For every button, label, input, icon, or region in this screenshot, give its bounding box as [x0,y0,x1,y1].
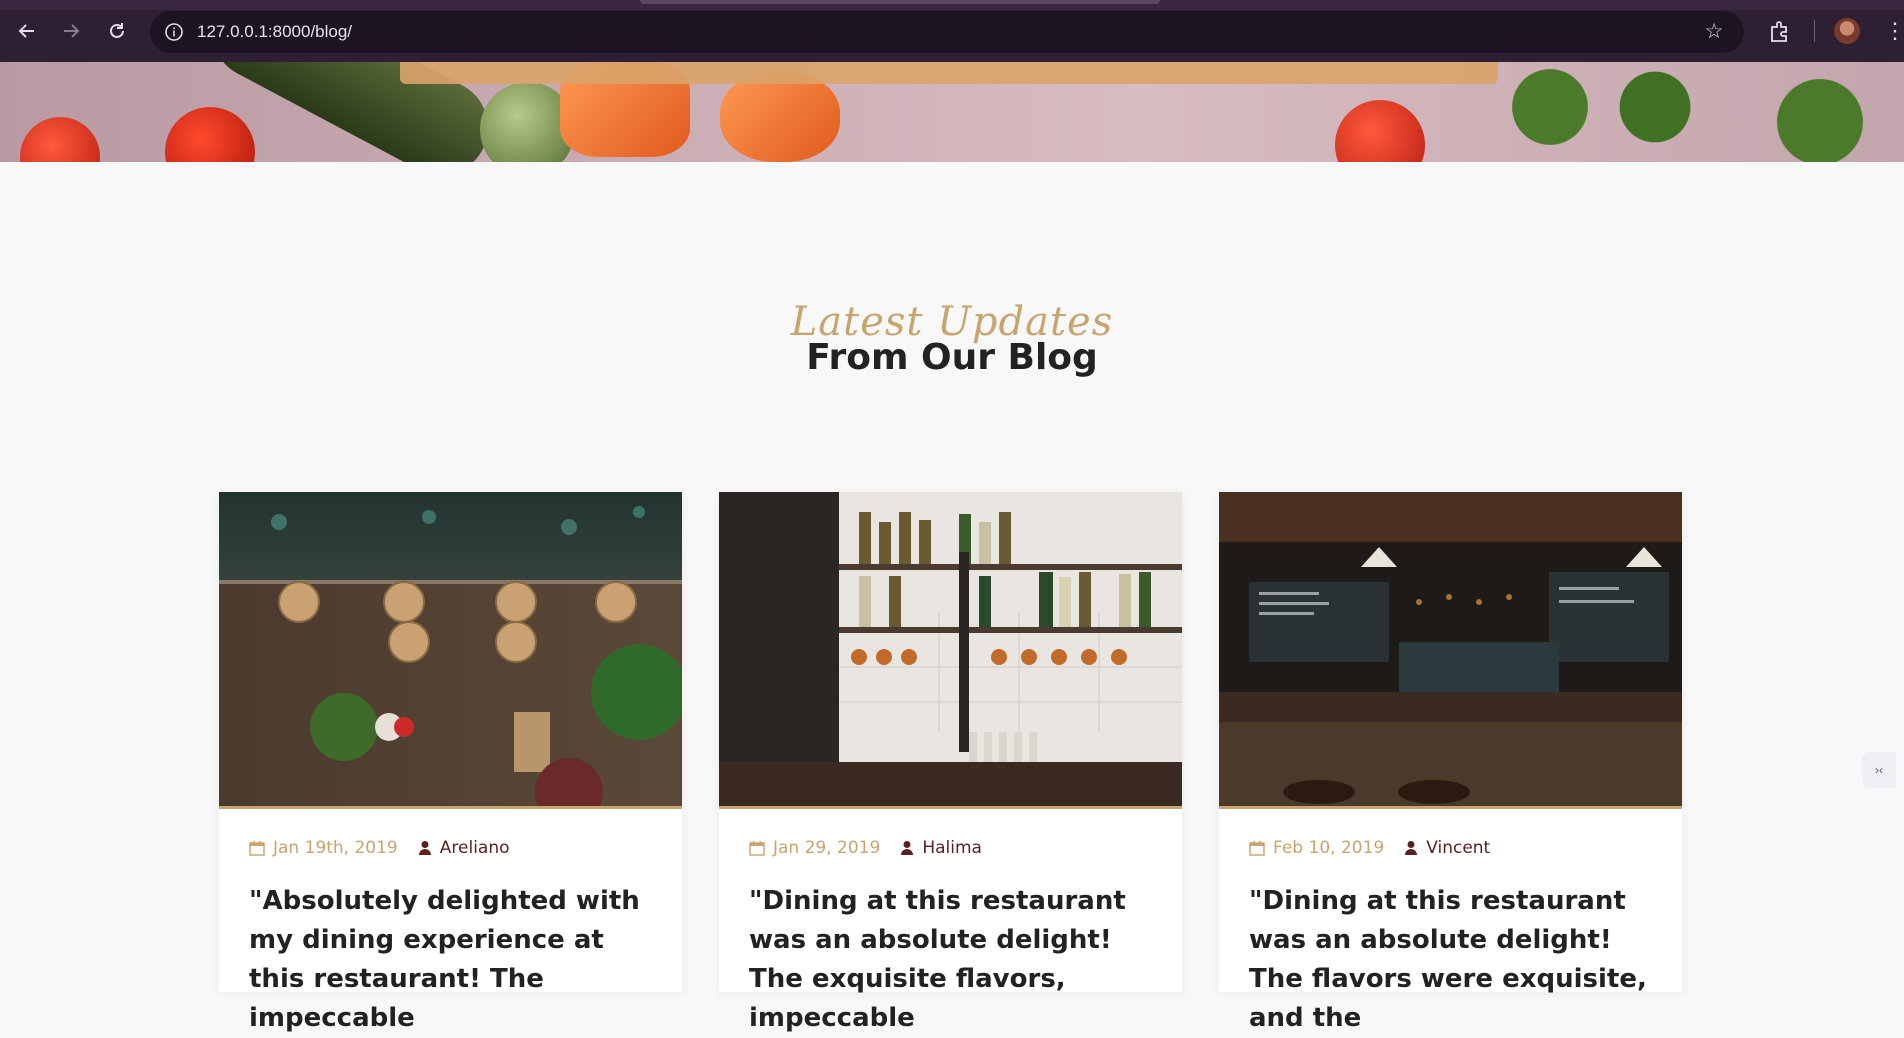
user-icon [901,841,914,855]
post-meta: Jan 29, 2019 Halima [749,836,982,860]
side-widget-tab[interactable]: ›‹ [1862,752,1896,788]
user-icon [418,841,431,855]
tomato-image [1335,100,1425,162]
tomato-image [20,117,100,162]
tomato-image [165,107,255,162]
hero-banner [0,62,1904,162]
calendar-icon [249,841,265,856]
post-author[interactable]: Vincent [1426,838,1490,858]
reload-icon[interactable] [102,16,132,46]
avatar[interactable] [1834,18,1860,44]
info-icon[interactable] [164,22,184,42]
blog-card[interactable]: Feb 10, 2019 Vincent "Dining at this res… [1219,492,1682,1033]
address-bar[interactable]: 127.0.0.1:8000/blog/ ☆ [150,11,1744,53]
url-text[interactable]: 127.0.0.1:8000/blog/ [197,11,352,53]
post-meta: Feb 10, 2019 Vincent [1249,836,1490,860]
blog-card[interactable]: Jan 19th, 2019 Areliano "Absolutely deli… [219,492,682,1033]
user-icon [1405,841,1418,855]
forward-arrow-icon[interactable] [56,16,86,46]
calendar-icon [749,841,765,856]
post-author[interactable]: Areliano [440,838,510,858]
calendar-icon [1249,841,1265,856]
active-tab-edge[interactable] [640,0,1160,4]
post-image[interactable] [1219,492,1682,809]
post-image[interactable] [719,492,1182,809]
post-image[interactable] [219,492,682,809]
carrot-image [720,72,840,162]
post-excerpt[interactable]: "Dining at this restaurant was an absolu… [749,882,1159,1038]
post-date[interactable]: Feb 10, 2019 [1273,838,1384,858]
toolbar-divider [1814,20,1815,42]
post-meta: Jan 19th, 2019 Areliano [249,836,510,860]
blog-section-heading: Latest Updates From Our Blog [0,300,1904,378]
post-date[interactable]: Jan 19th, 2019 [273,838,398,858]
parsley-image [1480,62,1620,152]
post-author[interactable]: Halima [922,838,982,858]
parsley-image [1600,62,1710,162]
parsley-image [1740,72,1900,162]
blog-card[interactable]: Jan 29, 2019 Halima "Dining at this rest… [719,492,1182,1033]
browser-toolbar: 127.0.0.1:8000/blog/ ☆ ⋮ [0,0,1904,62]
post-excerpt[interactable]: "Absolutely delighted with my dining exp… [249,882,659,1038]
star-icon[interactable]: ☆ [1702,20,1726,44]
back-arrow-icon[interactable] [12,16,42,46]
post-date[interactable]: Jan 29, 2019 [773,838,880,858]
section-title: From Our Blog [806,337,1098,378]
puzzle-icon[interactable] [1766,17,1794,45]
hero-overlay-bar [400,62,1498,84]
post-excerpt[interactable]: "Dining at this restaurant was an absolu… [1249,882,1659,1038]
kebab-menu-icon[interactable]: ⋮ [1884,16,1904,46]
